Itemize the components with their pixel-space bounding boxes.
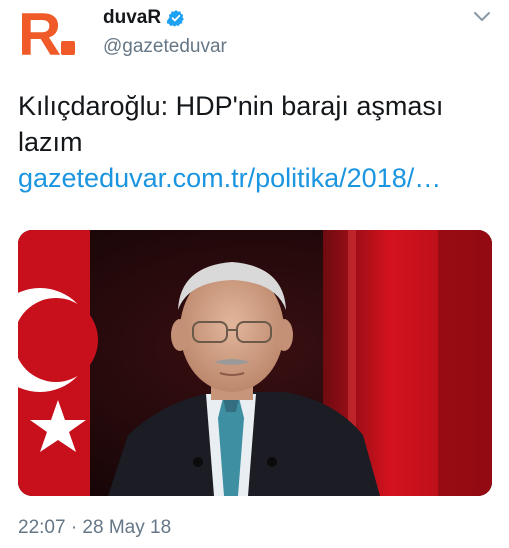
verified-badge-icon — [166, 9, 185, 27]
avatar[interactable]: R — [18, 1, 84, 68]
tweet-text-body: Kılıçdaroğlu: HDP'nin barajı aşması lazı… — [18, 91, 444, 157]
avatar-logo-dot — [61, 41, 76, 55]
display-name[interactable]: duvaR — [103, 7, 161, 29]
tweet-link[interactable]: gazeteduvar.com.tr/politika/2018/… — [18, 163, 441, 193]
tweet-text: Kılıçdaroğlu: HDP'nin barajı aşması lazı… — [18, 88, 498, 196]
author-handle[interactable]: @gazeteduvar — [103, 36, 227, 58]
avatar-logo-letter: R — [18, 1, 61, 68]
author-name-row: duvaR — [103, 7, 185, 29]
tweet-media-image[interactable] — [18, 230, 492, 496]
media-photo-illustration — [18, 230, 492, 496]
tweet-timestamp[interactable]: 22:07 · 28 May 18 — [18, 517, 171, 539]
chevron-down-icon[interactable] — [473, 10, 491, 22]
